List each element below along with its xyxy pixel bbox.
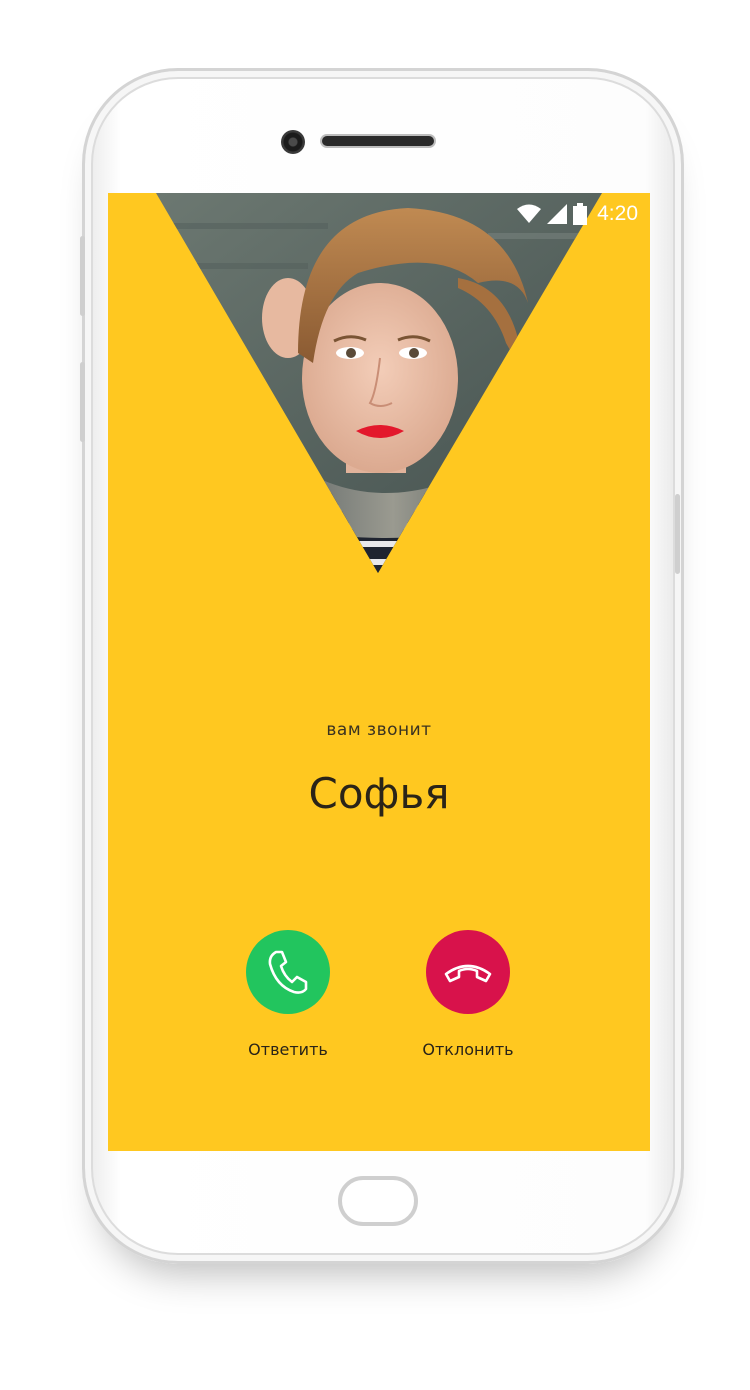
power-button: [675, 494, 680, 574]
volume-down-button: [80, 362, 85, 442]
decline-label: Отклонить: [422, 1040, 514, 1059]
battery-icon: [573, 203, 588, 225]
status-time: 4:20: [597, 202, 638, 225]
wifi-icon: [517, 204, 542, 223]
front-camera: [281, 130, 305, 154]
caller-name: Софья: [308, 769, 450, 818]
phone-icon: [268, 950, 308, 994]
home-button[interactable]: [338, 1176, 418, 1226]
answer-button[interactable]: [246, 930, 330, 1014]
caller-photo: [108, 193, 650, 593]
answer-label: Ответить: [248, 1040, 328, 1059]
decline-button[interactable]: [426, 930, 510, 1014]
status-bar: 4:20: [517, 201, 638, 227]
volume-up-button: [80, 236, 85, 316]
cell-signal-icon: [547, 204, 568, 224]
earpiece-speaker: [322, 136, 434, 146]
hang-up-icon: [444, 964, 492, 983]
incoming-call-caption: вам звонит: [326, 720, 432, 740]
stage: 4:20 вам звонит Софья Ответить Отклонить: [0, 0, 750, 1390]
incoming-call-screen: 4:20 вам звонит Софья Ответить Отклонить: [108, 193, 650, 1151]
